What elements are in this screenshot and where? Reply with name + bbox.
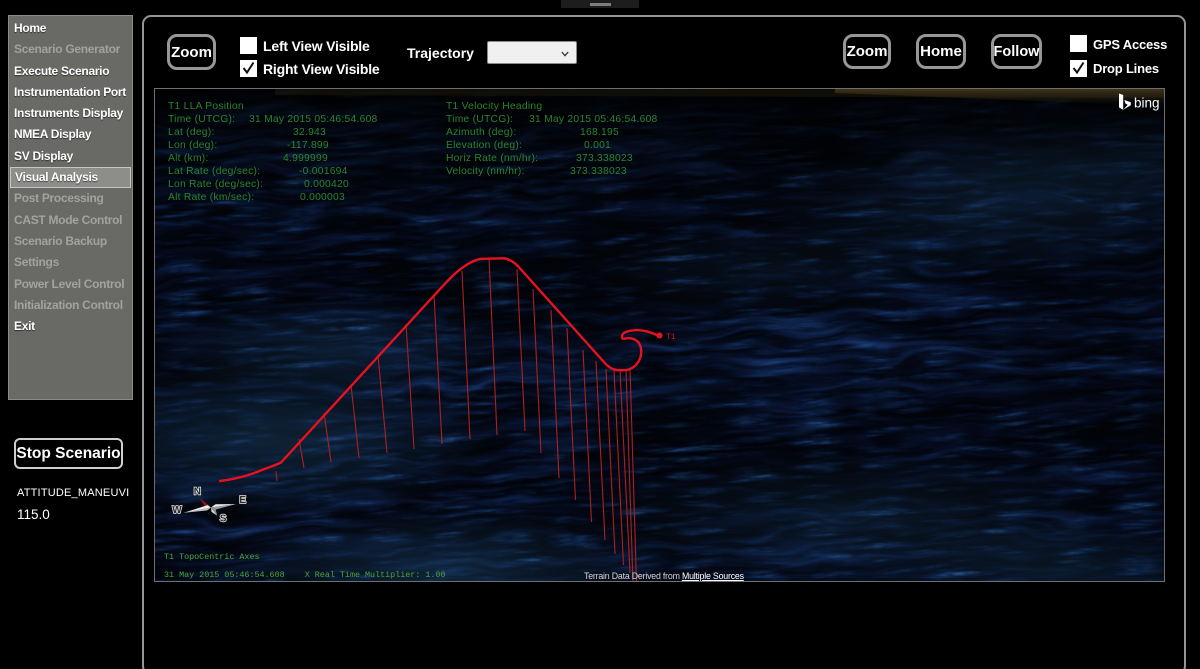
svg-text:bing: bing — [1134, 96, 1160, 111]
svg-text:E: E — [239, 495, 246, 506]
svg-text:S: S — [220, 513, 227, 524]
svg-text:T1: T1 — [666, 333, 676, 342]
svg-text:W: W — [172, 505, 182, 516]
svg-text:N: N — [194, 487, 201, 498]
